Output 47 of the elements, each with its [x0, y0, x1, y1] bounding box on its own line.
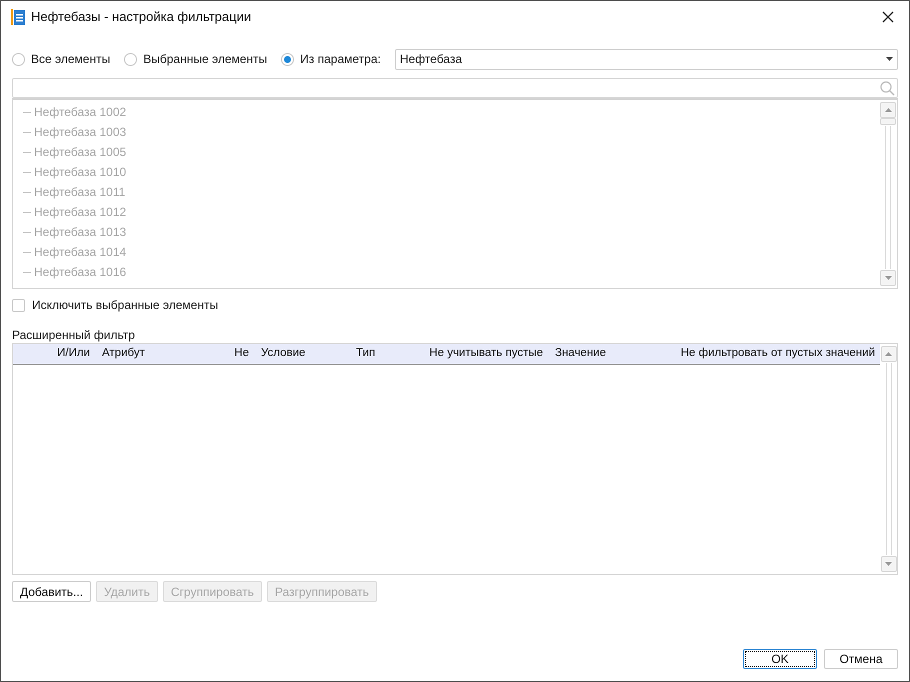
scroll-track[interactable] [885, 126, 891, 269]
radio-label[interactable]: Выбранные элементы [143, 50, 268, 68]
column-header[interactable]: Не фильтровать от пустых значений [680, 345, 880, 363]
list-item: Нефтебаза 1012 [34, 204, 126, 221]
checkbox[interactable] [12, 298, 25, 312]
radio-label[interactable]: Из параметра: [300, 50, 381, 68]
checkbox-label[interactable]: Исключить выбранные элементы [32, 296, 218, 314]
scroll-down-button[interactable] [880, 270, 896, 286]
list-item: Нефтебаза 1005 [34, 144, 126, 161]
search-field[interactable] [12, 78, 898, 98]
column-header[interactable]: Значение [548, 345, 680, 363]
down-arrow-icon [885, 562, 892, 566]
parameter-dropdown[interactable]: Нефтебаза [394, 48, 898, 70]
ok-button[interactable]: OK [743, 649, 817, 669]
radio-label[interactable]: Все элементы [31, 50, 110, 68]
list-item: Нефтебаза 1016 [34, 264, 126, 281]
column-header[interactable]: Атрибут [95, 345, 225, 363]
list-item: Нефтебаза 1011 [34, 184, 126, 201]
scroll-track[interactable] [886, 363, 892, 555]
scroll-down-button[interactable] [880, 556, 896, 572]
list-item: Нефтебаза 1010 [34, 164, 126, 181]
column-header[interactable]: И/Или [13, 345, 95, 363]
radio-button[interactable] [12, 52, 25, 66]
window-title: Нефтебазы - настройка фильтрации [31, 8, 252, 26]
list-item: Нефтебаза 1002 [34, 104, 126, 121]
radio-button[interactable] [124, 52, 138, 66]
search-icon [880, 80, 895, 96]
section-label: Расширенный фильтр [12, 327, 136, 342]
action-button[interactable]: Добавить... [12, 581, 92, 602]
radio-button[interactable] [281, 52, 294, 66]
caret-icon [886, 57, 893, 61]
app-icon [11, 8, 25, 24]
up-arrow-icon [884, 108, 892, 112]
list-item: Нефтебаза 1013 [34, 224, 126, 241]
down-arrow-icon [884, 276, 892, 280]
scroll-thumb[interactable] [880, 118, 896, 125]
column-header[interactable]: Не [225, 345, 254, 363]
cancel-button[interactable]: Отмена [824, 649, 898, 669]
list-item: Нефтебаза 1014 [34, 244, 126, 261]
column-header[interactable]: Не учитывать пустые [420, 345, 548, 363]
scroll-up-button[interactable] [880, 102, 896, 118]
close-icon [882, 10, 894, 22]
up-arrow-icon [885, 352, 892, 356]
column-header[interactable]: Тип [349, 345, 420, 363]
column-header[interactable]: Условие [254, 345, 349, 363]
scroll-up-button[interactable] [880, 346, 896, 362]
list-item: Нефтебаза 1003 [34, 124, 126, 141]
